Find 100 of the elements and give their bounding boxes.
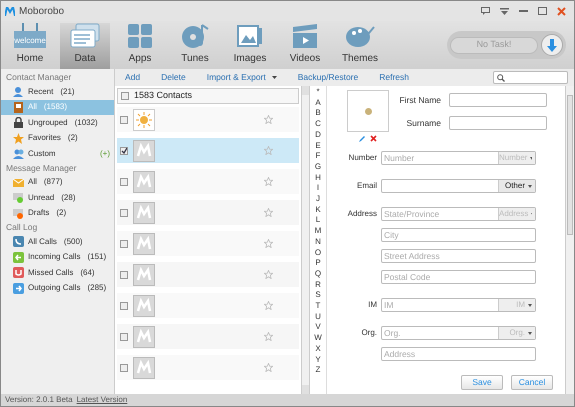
- star-outline-icon[interactable]: [264, 301, 273, 310]
- index-letter[interactable]: L: [316, 215, 320, 226]
- contact-row[interactable]: [117, 169, 299, 194]
- toolbar-link[interactable]: Refresh: [379, 71, 410, 84]
- contact-row[interactable]: [117, 324, 299, 349]
- toolbar-link[interactable]: Add: [125, 71, 140, 84]
- index-letter[interactable]: O: [314, 248, 322, 258]
- contact-row[interactable]: [117, 200, 299, 225]
- star-outline-icon[interactable]: [264, 270, 273, 279]
- index-letter[interactable]: E: [315, 140, 321, 152]
- index-letter[interactable]: U: [315, 312, 321, 322]
- index-letter[interactable]: T: [316, 301, 320, 312]
- checkbox[interactable]: [120, 302, 128, 310]
- field-label: Surname: [406, 116, 441, 130]
- index-letter[interactable]: F: [316, 151, 320, 162]
- sidebar-item[interactable]: All (877): [1, 174, 114, 190]
- index-letter[interactable]: X: [315, 344, 321, 355]
- type-dropdown[interactable]: Other: [498, 180, 535, 192]
- contact-row[interactable]: [117, 262, 299, 287]
- sidebar-item[interactable]: Outgoing Calls (285): [1, 280, 114, 296]
- input-field[interactable]: Other: [381, 179, 536, 193]
- search-field[interactable]: [493, 71, 568, 84]
- latest-version-link[interactable]: Latest Version: [76, 394, 128, 406]
- star-outline-icon[interactable]: [264, 177, 273, 186]
- star-outline-icon[interactable]: [264, 332, 273, 341]
- maximize-icon[interactable]: [538, 7, 547, 15]
- contact-row[interactable]: [117, 293, 299, 318]
- close-icon[interactable]: [557, 6, 566, 16]
- nav-tab[interactable]: Videos: [280, 23, 330, 69]
- nav-tab[interactable]: Data: [60, 23, 110, 69]
- index-letter[interactable]: P: [315, 258, 321, 269]
- index-letter[interactable]: R: [315, 280, 321, 290]
- checkbox[interactable]: [121, 92, 129, 100]
- contact-row[interactable]: [117, 107, 299, 132]
- sidebar-item[interactable]: Recent (21): [1, 84, 114, 100]
- download-arrow-icon: [547, 38, 557, 52]
- sidebar-item[interactable]: Custom (+): [1, 146, 114, 162]
- index-letter[interactable]: Y: [315, 354, 321, 366]
- index-letter[interactable]: G: [314, 162, 322, 173]
- index-letter[interactable]: Q: [314, 268, 322, 280]
- checkbox[interactable]: [120, 146, 128, 154]
- checkbox[interactable]: [120, 178, 128, 186]
- index-letter[interactable]: D: [315, 130, 321, 141]
- star-outline-icon[interactable]: [264, 115, 273, 124]
- nav-tab[interactable]: Apps: [115, 23, 165, 69]
- sidebar-item[interactable]: Unread (28): [1, 190, 114, 206]
- index-letter[interactable]: B: [315, 108, 321, 120]
- field-label: Number: [348, 152, 377, 164]
- checkbox[interactable]: [120, 208, 128, 216]
- index-letter[interactable]: V: [315, 322, 321, 334]
- index-letter[interactable]: K: [315, 204, 321, 216]
- index-letter[interactable]: *: [316, 87, 320, 98]
- star-outline-icon[interactable]: [264, 363, 273, 372]
- avatar-placeholder-icon: [133, 294, 155, 316]
- contact-row[interactable]: [117, 355, 299, 380]
- index-letter[interactable]: H: [315, 172, 321, 184]
- dropdown-icon[interactable]: [500, 8, 509, 14]
- pencil-icon[interactable]: [359, 135, 366, 142]
- sidebar-item[interactable]: Favorites (2): [1, 130, 114, 146]
- index-letter[interactable]: S: [315, 290, 321, 302]
- checkbox[interactable]: [120, 270, 128, 278]
- index-letter[interactable]: J: [316, 194, 320, 205]
- index-letter[interactable]: N: [315, 236, 321, 248]
- nav-tab[interactable]: Themes: [335, 23, 385, 69]
- delete-x-icon[interactable]: [370, 135, 377, 142]
- star-outline-icon[interactable]: [264, 208, 273, 217]
- caret-icon: [528, 332, 532, 334]
- contact-row[interactable]: [117, 231, 299, 256]
- nav-tab[interactable]: Tunes: [170, 23, 220, 69]
- index-letter[interactable]: I: [316, 183, 320, 194]
- sidebar-item[interactable]: Drafts (2): [1, 206, 114, 221]
- toolbar-link[interactable]: Import & Export: [206, 71, 277, 84]
- index-letter[interactable]: C: [315, 119, 321, 130]
- text-field[interactable]: [449, 93, 547, 107]
- nav-tab[interactable]: Images: [225, 23, 275, 69]
- checkbox[interactable]: [120, 332, 128, 340]
- checkbox[interactable]: [120, 364, 128, 372]
- index-letter[interactable]: A: [315, 98, 321, 108]
- checkbox[interactable]: [120, 116, 128, 124]
- form-scrollbar[interactable]: [565, 86, 574, 394]
- sidebar-item[interactable]: Ungrouped (1032): [1, 115, 114, 130]
- version-text: Version: 2.0.1 Beta: [5, 394, 73, 406]
- list-scrollbar[interactable]: [301, 86, 310, 394]
- toolbar-link[interactable]: Delete: [161, 71, 186, 84]
- nav-tab[interactable]: welcome Home: [5, 23, 55, 69]
- index-letter[interactable]: W: [314, 333, 322, 344]
- section-title: Contact Manager: [5, 71, 72, 84]
- chat-icon[interactable]: [481, 7, 490, 15]
- toolbar-link[interactable]: Backup/Restore: [298, 71, 358, 84]
- star-outline-icon[interactable]: [264, 146, 273, 155]
- checkbox[interactable]: [120, 240, 128, 248]
- sidebar-item[interactable]: Incoming Calls (151): [1, 250, 114, 265]
- minimize-icon[interactable]: [519, 10, 528, 12]
- star-outline-icon[interactable]: [264, 239, 273, 248]
- sidebar-item[interactable]: All Calls (500): [1, 234, 114, 250]
- download-button[interactable]: [541, 34, 563, 56]
- index-letter[interactable]: M: [314, 226, 322, 237]
- sidebar-item[interactable]: Missed Calls (64): [1, 265, 114, 280]
- text-field[interactable]: [449, 116, 547, 130]
- index-letter[interactable]: Z: [316, 365, 320, 376]
